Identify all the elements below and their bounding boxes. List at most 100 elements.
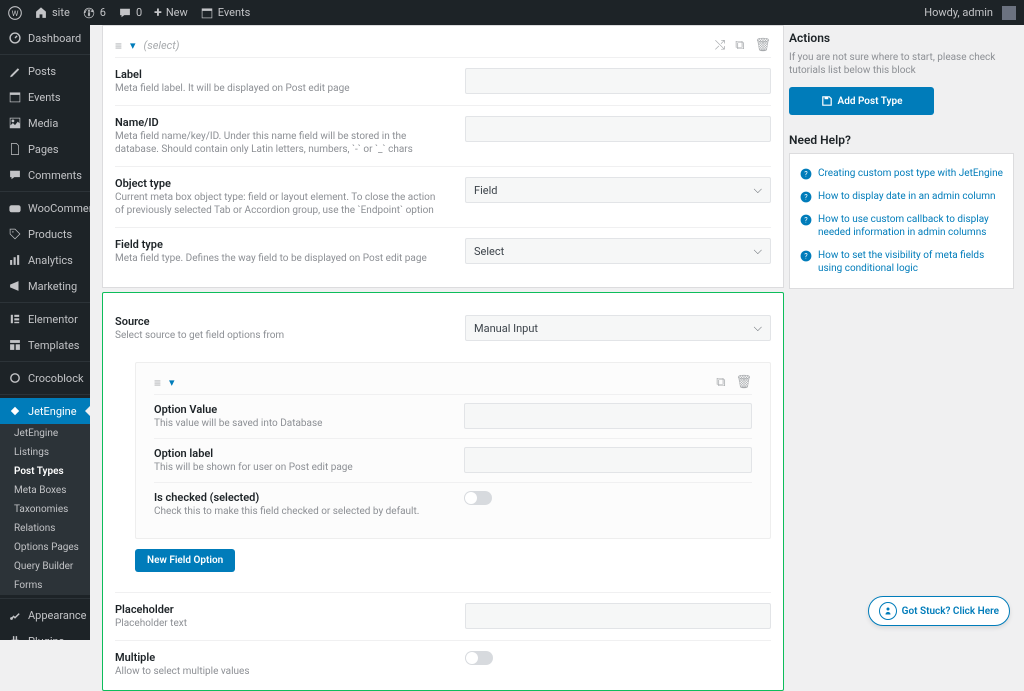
help-link-2[interactable]: ?How to use custom callback to display n… <box>800 208 1003 244</box>
meta-sidebar: Actions If you are not sure where to sta… <box>789 25 1014 289</box>
menu-products[interactable]: Products <box>0 221 90 247</box>
delete-icon[interactable]: 🗑 <box>735 375 752 390</box>
svg-text:W: W <box>12 8 19 17</box>
optvalue-input[interactable] <box>464 403 752 429</box>
field-optlabel-row: Option label This will be shown for user… <box>154 438 752 482</box>
label-input[interactable] <box>465 68 771 94</box>
new-link[interactable]: +New <box>154 5 188 21</box>
menu-woocommerce[interactable]: WooCommerce <box>0 195 90 221</box>
submenu-optionspages[interactable]: Options Pages <box>0 538 90 557</box>
svg-text:?: ? <box>804 169 808 178</box>
events-link[interactable]: Events <box>200 6 251 20</box>
optlabel-desc: This will be shown for user on Post edit… <box>154 461 444 474</box>
placeholder-input[interactable] <box>465 603 771 629</box>
source-select[interactable]: Manual Input⌵ <box>465 315 771 341</box>
highlighted-section: Source Select source to get field option… <box>102 292 784 691</box>
menu-media[interactable]: Media <box>0 110 90 136</box>
delete-icon[interactable]: 🗑 <box>754 38 771 53</box>
help-link-3[interactable]: ?How to set the visibility of meta field… <box>800 244 1003 280</box>
new-field-option-button[interactable]: New Field Option <box>135 549 235 572</box>
field-placeholder-row: Placeholder Placeholder text <box>115 592 771 640</box>
menu-analytics[interactable]: Analytics <box>0 247 90 273</box>
wp-logo[interactable]: W <box>8 6 22 20</box>
placeholder-desc: Placeholder text <box>115 617 445 630</box>
ischecked-toggle[interactable] <box>464 491 492 505</box>
field-label-row: Label Meta field label. It will be displ… <box>115 57 771 105</box>
nameid-input[interactable] <box>465 116 771 142</box>
menu-templates[interactable]: Templates <box>0 332 90 358</box>
nameid-desc: Meta field name/key/ID. Under this name … <box>115 130 445 156</box>
submenu-taxonomies[interactable]: Taxonomies <box>0 500 90 519</box>
admin-sidebar: Dashboard Posts Events Media Pages Comme… <box>0 25 90 640</box>
submenu-jetengine[interactable]: JetEngine <box>0 424 90 443</box>
menu-posts[interactable]: Posts <box>0 58 90 84</box>
comments-link[interactable]: 0 <box>118 6 142 20</box>
field-nameid-row: Name/ID Meta field name/key/ID. Under th… <box>115 105 771 166</box>
objtype-title: Object type <box>115 177 445 190</box>
field-multiple-row: Multiple Allow to select multiple values <box>115 640 771 678</box>
copy-icon[interactable]: ⧉ <box>716 375 725 390</box>
drag-handle-icon[interactable]: ≡ <box>115 39 122 53</box>
actions-title: Actions <box>789 31 1014 45</box>
optlabel-input[interactable] <box>464 447 752 473</box>
objtype-select[interactable]: Field⌵ <box>465 177 771 203</box>
updates-link[interactable]: 6 <box>82 6 106 20</box>
actions-desc: If you are not sure where to start, plea… <box>789 51 1014 77</box>
copy-icon[interactable]: ⧉ <box>735 38 744 53</box>
menu-events[interactable]: Events <box>0 84 90 110</box>
menu-plugins[interactable]: Plugins <box>0 628 90 640</box>
menu-marketing[interactable]: Marketing <box>0 273 90 299</box>
collapse-chevron-icon[interactable]: ▾ <box>130 39 136 52</box>
ischecked-desc: Check this to make this field checked or… <box>154 505 444 518</box>
ischecked-title: Is checked (selected) <box>154 491 444 504</box>
add-post-type-button[interactable]: Add Post Type <box>789 87 934 115</box>
shuffle-icon[interactable]: ⤭ <box>715 38 725 53</box>
submenu-posttypes[interactable]: Post Types <box>0 462 90 481</box>
submenu-forms[interactable]: Forms <box>0 576 90 595</box>
placeholder-title: Placeholder <box>115 603 445 616</box>
multiple-desc: Allow to select multiple values <box>115 665 445 678</box>
optlabel-title: Option label <box>154 447 444 460</box>
menu-dashboard[interactable]: Dashboard <box>0 25 90 51</box>
menu-pages[interactable]: Pages <box>0 136 90 162</box>
multiple-title: Multiple <box>115 651 445 664</box>
collapse-chevron-icon[interactable]: ▾ <box>169 376 175 389</box>
fieldtype-select[interactable]: Select⌵ <box>465 238 771 264</box>
label-title: Label <box>115 68 445 81</box>
option-panel: ≡ ▾ ⧉ 🗑 Option Value This value will be … <box>135 362 771 539</box>
menu-elementor[interactable]: Elementor <box>0 306 90 332</box>
multiple-toggle[interactable] <box>465 651 493 665</box>
help-link-0[interactable]: ?Creating custom post type with JetEngin… <box>800 162 1003 185</box>
optvalue-desc: This value will be saved into Database <box>154 417 444 430</box>
fieldtype-title: Field type <box>115 238 445 251</box>
submenu-listings[interactable]: Listings <box>0 443 90 462</box>
caret-down-icon: ⌵ <box>754 183 762 197</box>
admin-bar: W site 6 0 +New Events Howdy, admin <box>0 0 1024 25</box>
submenu-querybuilder[interactable]: Query Builder <box>0 557 90 576</box>
site-link[interactable]: site <box>34 6 70 20</box>
help-widget-icon <box>879 602 897 620</box>
label-desc: Meta field label. It will be displayed o… <box>115 82 445 95</box>
caret-down-icon: ⌵ <box>754 321 762 335</box>
help-link-1[interactable]: ?How to display date in an admin column <box>800 185 1003 208</box>
svg-text:?: ? <box>804 215 808 224</box>
drag-handle-icon[interactable]: ≡ <box>154 376 161 390</box>
source-desc: Select source to get field options from <box>115 329 445 342</box>
fieldtype-desc: Meta field type. Defines the way field t… <box>115 252 445 265</box>
svg-text:?: ? <box>804 251 808 260</box>
optvalue-title: Option Value <box>154 403 444 416</box>
objtype-desc: Current meta box object type: field or l… <box>115 191 445 217</box>
menu-jetengine[interactable]: JetEngine <box>0 398 90 424</box>
menu-appearance[interactable]: Appearance <box>0 602 90 628</box>
meta-field-panel: ≡ ▾ (select) ⤭ ⧉ 🗑 Label Meta field labe… <box>102 25 784 288</box>
help-title: Need Help? <box>789 133 1014 147</box>
help-widget[interactable]: Got Stuck? Click Here <box>868 596 1010 626</box>
source-title: Source <box>115 315 445 328</box>
field-optvalue-row: Option Value This value will be saved in… <box>154 394 752 438</box>
submenu-relations[interactable]: Relations <box>0 519 90 538</box>
howdy-user[interactable]: Howdy, admin <box>924 6 1016 20</box>
field-fieldtype-row: Field type Meta field type. Defines the … <box>115 227 771 275</box>
submenu-metaboxes[interactable]: Meta Boxes <box>0 481 90 500</box>
menu-crocoblock[interactable]: Crocoblock <box>0 365 90 391</box>
menu-comments[interactable]: Comments <box>0 162 90 188</box>
